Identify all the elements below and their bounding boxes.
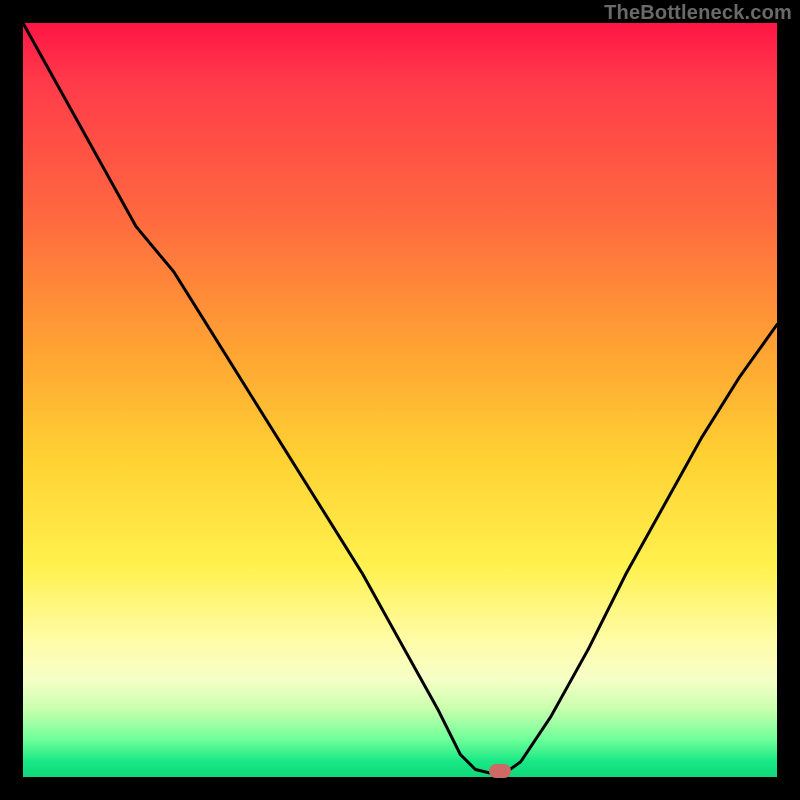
min-point-marker — [489, 764, 511, 778]
plot-area — [23, 23, 777, 777]
chart-frame: TheBottleneck.com — [0, 0, 800, 800]
watermark-label: TheBottleneck.com — [604, 2, 792, 25]
curve-svg — [23, 23, 777, 777]
curve-path — [23, 23, 777, 773]
